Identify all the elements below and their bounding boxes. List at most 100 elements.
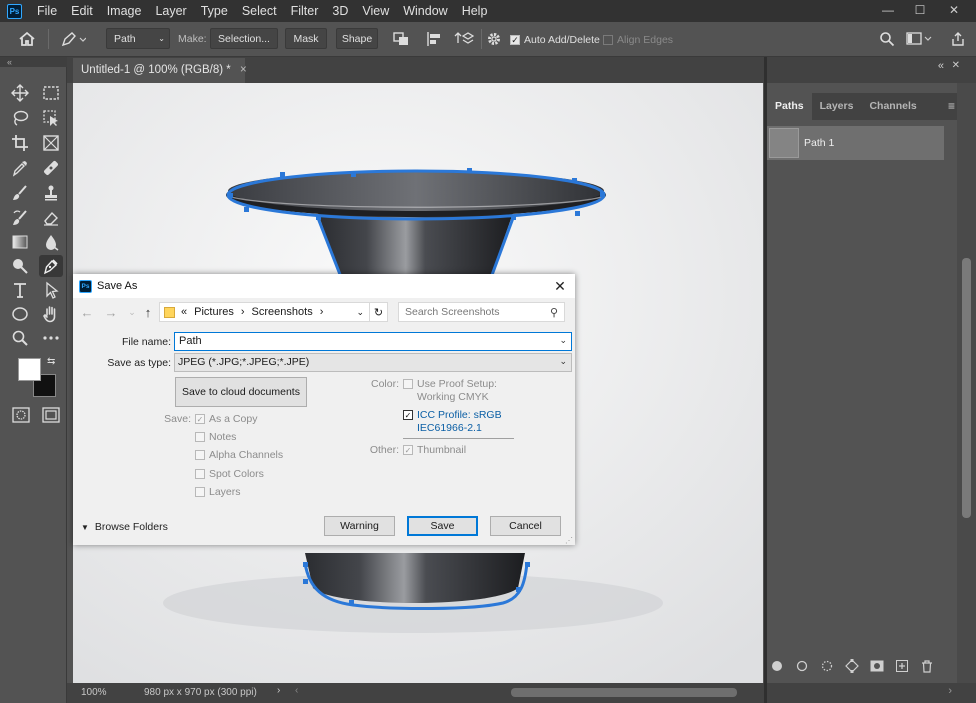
path-selection-tool-icon[interactable] bbox=[39, 279, 63, 301]
type-tool-icon[interactable] bbox=[8, 279, 32, 301]
healing-brush-tool-icon[interactable] bbox=[39, 157, 63, 179]
panel-menu-icon[interactable]: ≡ bbox=[948, 99, 955, 113]
collapse-panels-icon[interactable]: « bbox=[938, 60, 944, 72]
frame-tool-icon[interactable] bbox=[39, 132, 63, 154]
tab-paths[interactable]: Paths bbox=[767, 93, 812, 120]
cancel-button[interactable]: Cancel bbox=[490, 516, 561, 536]
breadcrumb-pictures[interactable]: Pictures bbox=[194, 306, 234, 318]
stamp-tool-icon[interactable] bbox=[39, 182, 63, 204]
status-menu-chevron-icon[interactable]: › bbox=[277, 685, 280, 696]
gear-icon[interactable] bbox=[486, 31, 502, 47]
make-selection-button[interactable]: Selection... bbox=[210, 28, 278, 49]
search-input[interactable]: Search Screenshots ⚲ bbox=[398, 302, 565, 322]
path-list-item[interactable]: Path 1 bbox=[767, 126, 944, 160]
menu-layer[interactable]: Layer bbox=[148, 0, 193, 22]
tab-layers[interactable]: Layers bbox=[812, 93, 862, 120]
path-arrangement-icon[interactable] bbox=[454, 30, 474, 48]
new-path-icon[interactable] bbox=[894, 658, 910, 674]
hand-tool-icon[interactable] bbox=[39, 303, 63, 325]
more-tools-icon[interactable] bbox=[39, 327, 63, 349]
forward-arrow-icon[interactable]: → bbox=[104, 304, 118, 320]
search-icon[interactable]: ⚲ bbox=[550, 306, 558, 319]
dodge-tool-icon[interactable] bbox=[8, 255, 32, 277]
move-tool-icon[interactable] bbox=[8, 82, 32, 104]
path-operations-icon[interactable] bbox=[392, 31, 410, 47]
recent-chevron-icon[interactable]: ⌄ bbox=[125, 304, 139, 320]
menu-type[interactable]: Type bbox=[194, 0, 235, 22]
stroke-path-icon[interactable] bbox=[794, 658, 810, 674]
quick-mask-icon[interactable] bbox=[12, 407, 30, 426]
scroll-right-icon[interactable]: › bbox=[948, 685, 952, 697]
search-icon[interactable] bbox=[879, 31, 895, 47]
history-brush-tool-icon[interactable] bbox=[8, 207, 32, 229]
brush-tool-icon[interactable] bbox=[8, 182, 32, 204]
make-work-path-icon[interactable] bbox=[844, 658, 860, 674]
browse-folders-toggle[interactable]: ▼ Browse Folders bbox=[81, 521, 168, 533]
make-shape-button[interactable]: Shape bbox=[336, 28, 378, 49]
marquee-tool-icon[interactable] bbox=[39, 82, 63, 104]
save-button[interactable]: Save bbox=[407, 516, 478, 536]
close-panel-icon[interactable]: ✕ bbox=[952, 60, 960, 71]
save-as-type-select[interactable]: JPEG (*.JPG;*.JPEG;*.JPE) ⌄ bbox=[174, 353, 572, 372]
toolbox-collapse-icon[interactable]: « bbox=[0, 57, 67, 67]
screen-mode-icon[interactable] bbox=[42, 407, 60, 426]
path-alignment-icon[interactable] bbox=[425, 31, 443, 47]
zoom-level[interactable]: 100% bbox=[81, 687, 107, 698]
swap-colors-icon[interactable]: ⇆ bbox=[47, 356, 55, 367]
delete-path-icon[interactable] bbox=[919, 658, 935, 674]
menu-view[interactable]: View bbox=[355, 0, 396, 22]
menu-window[interactable]: Window bbox=[396, 0, 454, 22]
crop-tool-icon[interactable] bbox=[8, 132, 32, 154]
share-icon[interactable] bbox=[950, 31, 966, 47]
pen-tool-icon[interactable] bbox=[39, 255, 63, 277]
maximize-icon[interactable]: ☐ bbox=[904, 0, 936, 20]
menu-help[interactable]: Help bbox=[455, 0, 495, 22]
lasso-tool-icon[interactable] bbox=[8, 107, 32, 129]
menu-select[interactable]: Select bbox=[235, 0, 284, 22]
pen-tool-preset-icon[interactable] bbox=[60, 30, 86, 48]
warning-button[interactable]: Warning bbox=[324, 516, 395, 536]
vertical-scrollbar-thumb[interactable] bbox=[962, 258, 971, 518]
blur-tool-icon[interactable] bbox=[39, 231, 63, 253]
workspace-icon[interactable] bbox=[906, 31, 932, 47]
menu-file[interactable]: File bbox=[30, 0, 64, 22]
file-name-field[interactable]: Path ⌄ bbox=[174, 332, 572, 351]
tool-mode-select[interactable]: Path ⌄ bbox=[106, 28, 170, 49]
vertical-scrollbar[interactable] bbox=[957, 83, 976, 683]
document-tab[interactable]: Untitled-1 @ 100% (RGB/8) * × bbox=[73, 58, 247, 83]
chevron-down-icon[interactable]: ⌄ bbox=[559, 356, 567, 367]
close-window-icon[interactable]: ✕ bbox=[938, 0, 970, 20]
ellipse-tool-icon[interactable] bbox=[8, 303, 32, 325]
menu-3d[interactable]: 3D bbox=[325, 0, 355, 22]
menu-image[interactable]: Image bbox=[100, 0, 149, 22]
resize-grip-icon[interactable]: ⋰ bbox=[565, 536, 573, 545]
menu-filter[interactable]: Filter bbox=[284, 0, 326, 22]
horizontal-scrollbar-thumb[interactable] bbox=[511, 688, 737, 697]
home-icon[interactable] bbox=[18, 30, 36, 48]
address-bar[interactable]: « Pictures › Screenshots › ⌄ bbox=[159, 302, 370, 322]
load-as-selection-icon[interactable] bbox=[819, 658, 835, 674]
refresh-icon[interactable]: ↻ bbox=[370, 302, 388, 322]
menu-edit[interactable]: Edit bbox=[64, 0, 100, 22]
tab-channels[interactable]: Channels bbox=[861, 93, 924, 120]
object-selection-tool-icon[interactable] bbox=[39, 107, 63, 129]
eyedropper-tool-icon[interactable] bbox=[8, 157, 32, 179]
breadcrumb-screenshots[interactable]: Screenshots bbox=[252, 306, 313, 318]
save-to-cloud-button[interactable]: Save to cloud documents bbox=[175, 377, 307, 407]
minimize-icon[interactable]: — bbox=[872, 0, 904, 20]
gradient-tool-icon[interactable] bbox=[8, 231, 32, 253]
fill-path-icon[interactable] bbox=[769, 658, 785, 674]
icc-profile-checkbox[interactable]: ✓ ICC Profile: sRGB IEC61966-2.1 bbox=[403, 409, 502, 435]
add-mask-icon[interactable] bbox=[869, 658, 885, 674]
eraser-tool-icon[interactable] bbox=[39, 207, 63, 229]
chevron-down-icon[interactable]: ⌄ bbox=[559, 335, 567, 346]
back-arrow-icon[interactable]: ← bbox=[80, 304, 94, 320]
up-arrow-icon[interactable]: ↑ bbox=[141, 304, 155, 320]
close-icon[interactable]: ✕ bbox=[551, 277, 569, 295]
scroll-left-icon[interactable]: ‹ bbox=[295, 685, 298, 696]
auto-add-delete-checkbox[interactable]: ✓ Auto Add/Delete bbox=[510, 34, 600, 46]
address-dropdown-icon[interactable]: ⌄ bbox=[356, 307, 364, 318]
close-tab-icon[interactable]: × bbox=[240, 64, 247, 76]
zoom-tool-icon[interactable] bbox=[8, 327, 32, 349]
make-mask-button[interactable]: Mask bbox=[285, 28, 327, 49]
